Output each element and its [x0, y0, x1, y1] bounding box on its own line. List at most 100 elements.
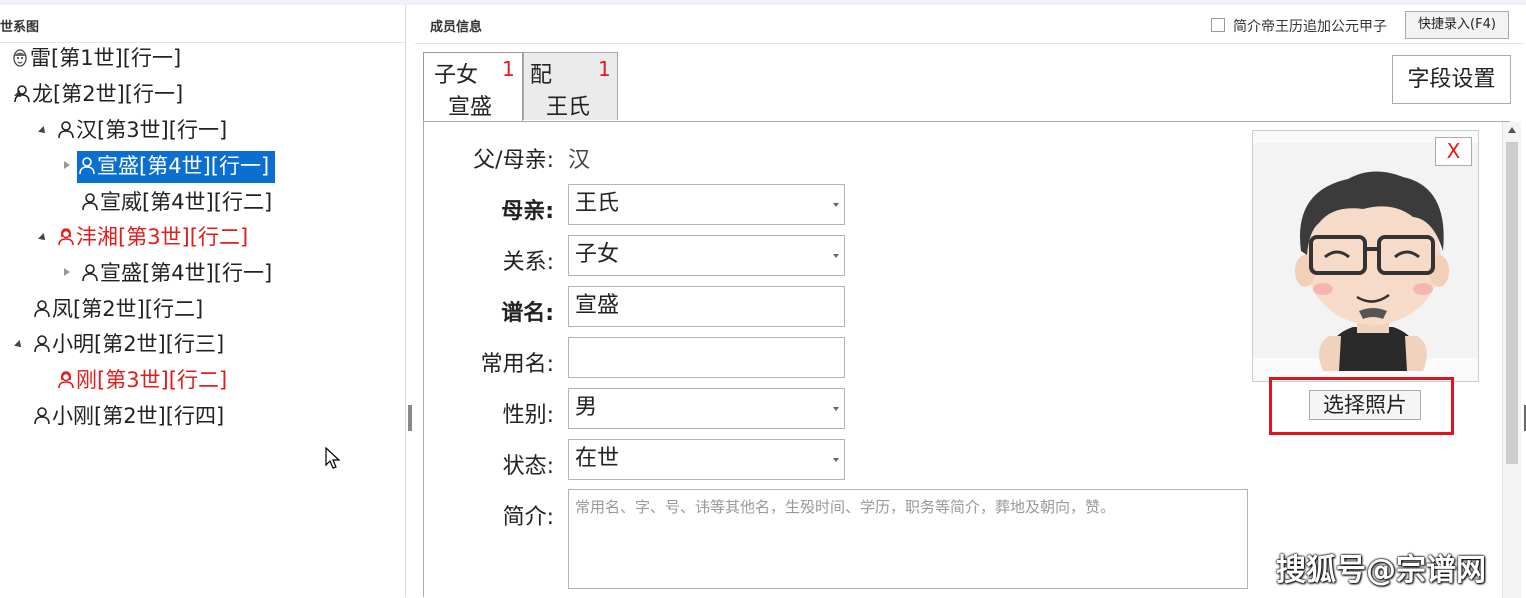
female-icon — [56, 222, 76, 252]
tree-node-row: 刚[第3世][行二] — [0, 365, 400, 395]
tab-children-count: 1 — [502, 57, 515, 81]
tree-node[interactable]: 小明[第2世][行三] — [32, 329, 230, 361]
bio-placeholder: 常用名、字、号、讳等其他名，生殁时间、学历，职务等简介，葬地及朝向，赞。 — [575, 498, 1116, 516]
portrait-icon — [10, 43, 30, 73]
relation-select[interactable]: 子女 — [568, 235, 845, 276]
relation-label: 关系: — [502, 250, 554, 275]
gender-select[interactable]: 男 — [568, 388, 845, 429]
scroll-up-icon[interactable] — [1508, 127, 1516, 133]
tree-node-row: 小刚[第2世][行四] — [0, 401, 400, 431]
collapse-arrow-icon[interactable] — [38, 222, 50, 252]
tree-node[interactable]: 沣湘[第3世][行二] — [56, 222, 254, 254]
member-info-panel: 成员信息 简介帝王历追加公元甲子 快捷录入(F4) 子女 1 宣盛 配 1 王氏… — [415, 5, 1523, 598]
person-icon — [56, 115, 76, 145]
watermark: 搜狐号@宗谱网 — [1276, 553, 1486, 588]
person-icon — [80, 187, 100, 217]
bio-label: 简介: — [502, 505, 554, 530]
mother-label: 母亲: — [501, 199, 554, 224]
tree-node-label: 小刚[第2世][行四] — [52, 404, 225, 428]
tab-spouse-count: 1 — [598, 57, 611, 81]
append-ganzhi-label: 简介帝王历追加公元甲子 — [1233, 19, 1387, 35]
status-select-value: 在世 — [575, 446, 620, 471]
mouse-cursor-icon — [325, 447, 341, 469]
remove-photo-button[interactable]: X — [1435, 137, 1472, 166]
tree-node[interactable]: 雷[第1世][行一] — [10, 43, 187, 75]
right-panel-header: 成员信息 简介帝王历追加公元甲子 快捷录入(F4) — [415, 5, 1523, 44]
tree-node[interactable]: 小刚[第2世][行四] — [32, 401, 230, 433]
tree-node[interactable]: 凤[第2世][行二] — [32, 294, 209, 326]
tree-node-row: 宣盛[第4世][行一] — [0, 151, 400, 183]
tree-node-label: 宣盛[第4世][行一] — [100, 261, 273, 285]
tree-node-row: 龙[第2世][行一] — [0, 79, 400, 109]
chevron-down-icon — [833, 407, 839, 411]
photo-frame: X — [1252, 130, 1479, 382]
tab-children-label: 子女 — [434, 63, 479, 88]
tree-node-row: 沣湘[第3世][行二] — [0, 222, 400, 252]
tree-node[interactable]: 宣盛[第4世][行一] — [80, 258, 278, 290]
expand-arrow-icon[interactable] — [62, 151, 74, 181]
family-tree-panel: 世系图 雷[第1世][行一] 龙[第2世][行一] 汉[第3世][行一] 宣盛[第4世… — [0, 5, 406, 597]
choose-photo-button[interactable]: 选择照片 — [1309, 390, 1421, 420]
female-icon — [56, 365, 76, 395]
avatar — [1253, 143, 1478, 371]
genealogy-name-input[interactable]: 宣盛 — [568, 286, 845, 327]
tree-node-label: 宣威[第4世][行二] — [100, 190, 273, 214]
collapse-arrow-icon[interactable] — [38, 115, 50, 145]
tree-node[interactable]: 宣威[第4世][行二] — [80, 187, 278, 219]
tree-node-row: 宣盛[第4世][行一] — [0, 258, 400, 288]
left-panel-header: 世系图 — [0, 5, 405, 43]
tree-node[interactable]: 汉[第3世][行一] — [56, 115, 233, 147]
collapse-arrow-icon[interactable] — [14, 329, 26, 359]
tree-node-label: 宣盛[第4世][行一] — [97, 154, 270, 178]
person-icon — [32, 329, 52, 359]
tree-node-label: 小明[第2世][行三] — [52, 332, 225, 356]
tree-node-label: 雷[第1世][行一] — [30, 46, 182, 70]
tree-node-label: 龙[第2世][行一] — [32, 82, 184, 106]
field-settings-button[interactable]: 字段设置 — [1392, 55, 1511, 104]
tree-node-row: 宣威[第4世][行二] — [0, 187, 400, 217]
tree-node-label: 沣湘[第3世][行二] — [76, 225, 249, 249]
tree-node[interactable]: 龙[第2世][行一] — [12, 79, 189, 111]
tree-node-row: 小明[第2世][行三] — [0, 329, 400, 359]
tree-node-row: 凤[第2世][行二] — [0, 294, 400, 324]
quick-entry-button[interactable]: 快捷录入(F4) — [1405, 11, 1509, 39]
status-select[interactable]: 在世 — [568, 439, 845, 480]
chevron-down-icon — [833, 254, 839, 258]
chevron-down-icon — [833, 203, 839, 207]
genealogy-name-label: 谱名: — [501, 301, 554, 326]
vertical-scrollbar[interactable] — [1502, 122, 1521, 598]
tab-spouse[interactable]: 配 1 王氏 — [523, 52, 618, 120]
person-icon — [80, 258, 100, 288]
append-ganzhi-checkbox[interactable] — [1211, 18, 1225, 32]
tab-children-name: 宣盛 — [448, 95, 493, 120]
person-icon — [32, 401, 52, 431]
person-icon — [32, 294, 52, 324]
mother-select-value: 王氏 — [575, 191, 620, 216]
tree-node[interactable]: 刚[第3世][行二] — [56, 365, 233, 397]
tab-children[interactable]: 子女 1 宣盛 — [423, 52, 523, 122]
person-icon — [12, 79, 32, 109]
mother-select[interactable]: 王氏 — [568, 184, 845, 225]
parent-value: 汉 — [568, 148, 591, 173]
gender-label: 性别: — [502, 403, 554, 428]
tree-node-label: 刚[第3世][行二] — [76, 368, 228, 392]
tree-node-row: 雷[第1世][行一] — [0, 43, 400, 73]
scrollbar-thumb[interactable] — [1506, 142, 1518, 464]
tree-node[interactable]: 宣盛[第4世][行一] — [77, 151, 276, 183]
tree-node-label: 凤[第2世][行二] — [52, 297, 204, 321]
status-label: 状态: — [502, 454, 554, 479]
expand-arrow-icon[interactable] — [62, 258, 74, 288]
tab-spouse-label: 配 — [530, 63, 553, 88]
tree-node-label: 汉[第3世][行一] — [76, 118, 228, 142]
chevron-down-icon — [833, 458, 839, 462]
bio-textarea[interactable]: 常用名、字、号、讳等其他名，生殁时间、学历，职务等简介，葬地及朝向，赞。 — [568, 489, 1248, 589]
left-panel-title: 世系图 — [0, 20, 40, 35]
common-name-input[interactable] — [568, 337, 845, 378]
member-form: 父/母亲: 汉 母亲: 王氏 关系: 子女 谱名: 宣盛 常用名: 性别: 男 … — [423, 121, 1521, 598]
right-panel-title: 成员信息 — [430, 20, 483, 35]
genealogy-name-value: 宣盛 — [575, 293, 620, 318]
panel-splitter[interactable] — [408, 405, 412, 431]
person-icon — [77, 151, 97, 181]
gender-select-value: 男 — [575, 395, 598, 420]
parent-label: 父/母亲: — [473, 148, 554, 173]
